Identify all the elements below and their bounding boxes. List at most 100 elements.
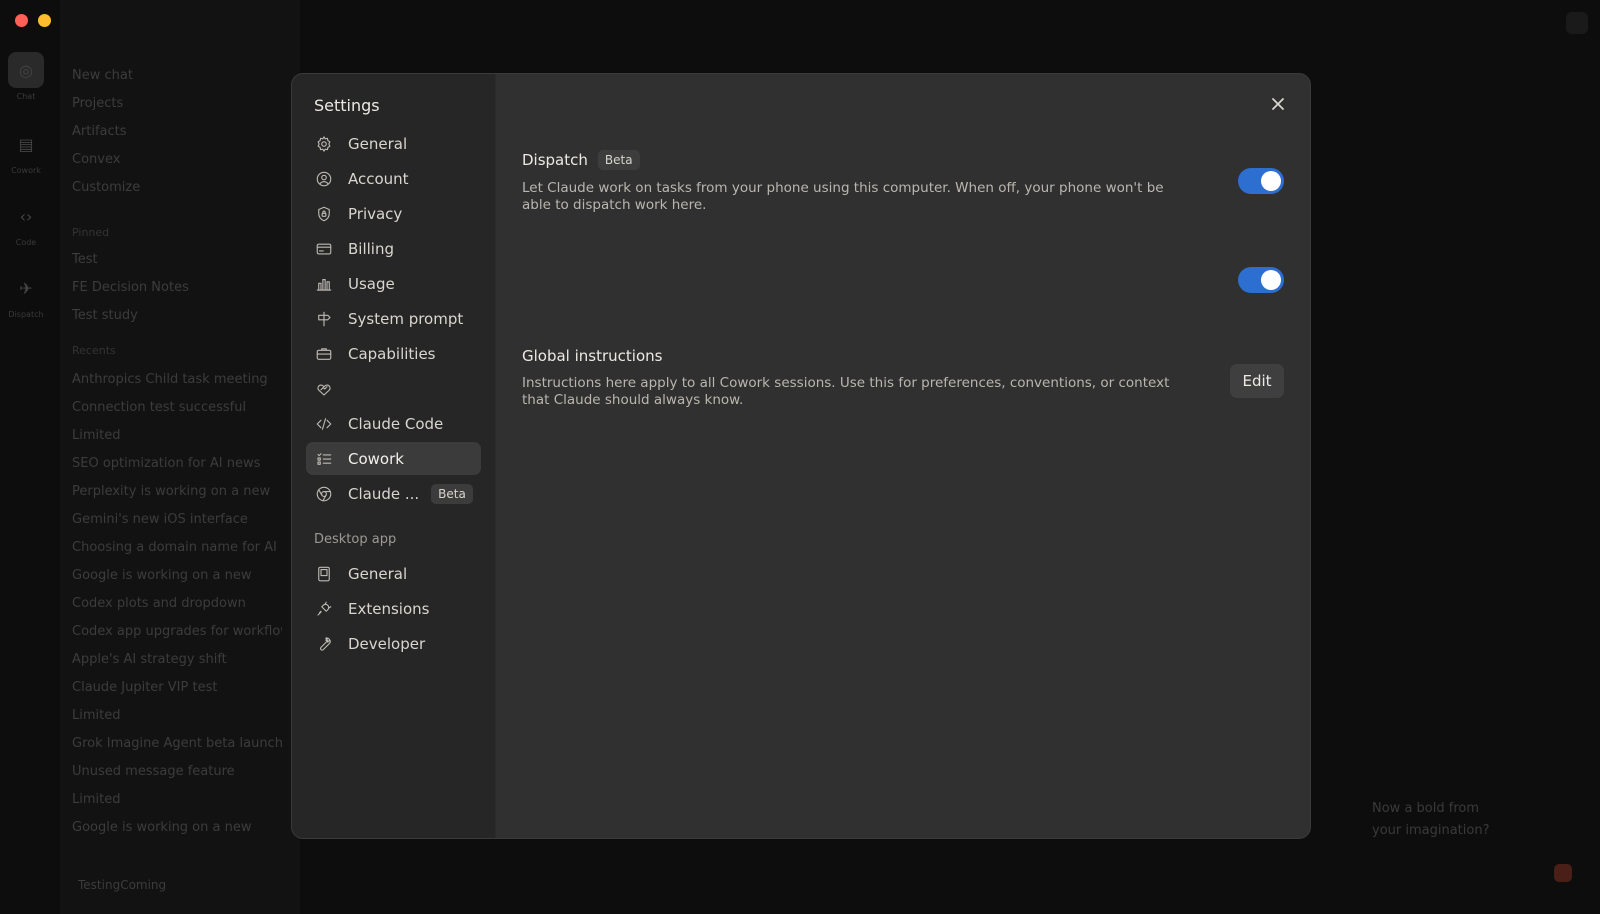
nav-usage[interactable]: Usage [306,267,481,300]
plug-icon [314,599,334,619]
signpost-icon [314,309,334,329]
settings-modal: Settings General Account Privacy Billing… [291,73,1311,839]
bg-floating-note: Now a bold from your imagination? [1372,801,1490,838]
code-icon [314,414,334,434]
close-icon [1272,98,1284,110]
cowork-icon: ▤ [18,134,34,154]
bg-recent-item: Perplexity is working on a new [72,484,271,499]
nav-label: Billing [348,239,394,258]
nav-label: System prompt [348,309,464,328]
settings-content: Dispatch Beta Let Claude work on tasks f… [496,74,1310,838]
rail-dispatch: ✈ Dispatch [8,270,44,320]
bg-recent-item: Connection test successful [72,400,247,415]
rail-chat: ◎ Chat [8,52,44,101]
rail-code: ‹› Code [8,198,44,248]
shield-icon [314,204,334,224]
nav-privacy[interactable]: Privacy [306,197,481,230]
bg-recent-item: SEO optimization for AI news [72,456,261,471]
nav-label: Claude ... [348,484,420,503]
bg-recent-item: Apple's AI strategy shift [72,652,227,667]
bg-recent-item: Codex plots and dropdown [72,596,246,611]
close-button[interactable] [1266,92,1290,116]
app-rail: ◎ Chat ▤ Cowork ‹› Code ✈ Dispatch [0,40,52,914]
bg-recent-item: Google is working on a new [72,820,252,835]
nav-claude-in-chrome[interactable]: Claude ... Beta [306,477,481,510]
bg-section-pinned: Pinned [72,226,110,239]
settings-sidebar: Settings General Account Privacy Billing… [292,74,496,838]
rail-label: Dispatch [8,310,44,319]
global-instructions-title: Global instructions [522,347,663,365]
nav-label: Developer [348,634,426,653]
close-window-button[interactable] [15,14,28,27]
nav-extensions[interactable]: Extensions [306,592,481,625]
bg-recent-item: Codex app upgrades for workflow [72,624,282,639]
nav-label: Claude Code [348,414,444,433]
bg-recent-item: Anthropics Child task meeting [72,372,268,387]
nav-claude-code[interactable]: Claude Code [306,407,481,440]
bg-recent-item: Limited [72,708,121,723]
global-instructions-setting: Global instructions Instructions here ap… [522,347,1284,409]
nav-label: General [348,134,408,153]
nav-billing[interactable]: Billing [306,232,481,265]
nav-label: Account [348,169,409,188]
nav-capabilities[interactable]: Capabilities [306,337,481,370]
nav-general[interactable]: General [306,127,481,160]
bg-recent-item: Gemini's new iOS interface [72,512,248,527]
device-icon [314,564,334,584]
bg-recent-item: Grok Imagine Agent beta launch [72,736,282,751]
bg-nav-item: Artifacts [72,124,127,139]
dispatch-description: Let Claude work on tasks from your phone… [522,180,1164,213]
bg-recent-item: Claude Jupiter VIP test [72,680,218,695]
background-nav: New chat Projects Artifacts Convex Custo… [72,62,282,202]
connectors-icon [314,379,334,399]
chat-icon: ◎ [8,52,44,88]
rail-label: Chat [16,92,36,101]
wrench-icon [314,634,334,654]
bg-recents-list: Anthropics Child task meeting Connection … [72,366,282,842]
desktop-app-section: Desktop app [314,532,397,547]
minimize-window-button[interactable] [38,14,51,27]
bg-nav-item: Projects [72,96,124,111]
second-toggle[interactable] [1238,267,1284,293]
edit-button[interactable]: Edit [1230,364,1284,398]
nav-cowork[interactable]: Cowork [306,442,481,475]
nav-label: Extensions [348,599,430,618]
dispatch-title: Dispatch [522,151,588,169]
rail-label: Cowork [11,166,41,175]
bg-nav-item: Customize [72,180,141,195]
rail-label: Code [15,238,37,247]
dispatch-toggle[interactable] [1238,168,1284,194]
gear-icon [314,134,334,154]
dispatch-beta-badge: Beta [597,150,640,170]
nav-label: Capabilities [348,344,436,363]
briefcase-icon [314,344,334,364]
settings-title: Settings [314,96,380,115]
checklist-icon [314,449,334,469]
bg-recent-item: Choosing a domain name for AI [72,540,277,555]
global-instructions-description: Instructions here apply to all Cowork se… [522,375,1170,408]
bg-recent-item: Google is working on a new [72,568,252,583]
nav-desktop-general[interactable]: General [306,557,481,590]
bg-nav-item: Convex [72,152,121,167]
nav-developer[interactable]: Developer [306,627,481,660]
bg-recent-item: Unused message feature [72,764,235,779]
nav-account[interactable]: Account [306,162,481,195]
bg-list-item: FE Decision Notes [72,280,189,295]
nav-label: General [348,564,408,583]
dispatch-title-row: Dispatch Beta [522,150,1284,170]
top-right-icon [1566,12,1588,34]
bg-list-item: Test study [72,308,138,323]
rail-cowork: ▤ Cowork [8,126,44,176]
code-icon: ‹› [19,206,33,226]
dispatch-setting: Dispatch Beta Let Claude work on tasks f… [522,150,1284,214]
bg-pinned-list: Test FE Decision Notes Test study [72,246,282,330]
nav-system-prompt[interactable]: System prompt [306,302,481,335]
dispatch-icon: ✈ [19,278,33,298]
bg-section-recents: Recents [72,344,116,357]
globe-icon [314,484,334,504]
bg-recent-item: Limited [72,428,121,443]
nav-label: Usage [348,274,395,293]
nav-connectors[interactable] [306,372,481,405]
bg-recent-item: Limited [72,792,121,807]
bg-user-name: TestingComing [78,878,167,892]
